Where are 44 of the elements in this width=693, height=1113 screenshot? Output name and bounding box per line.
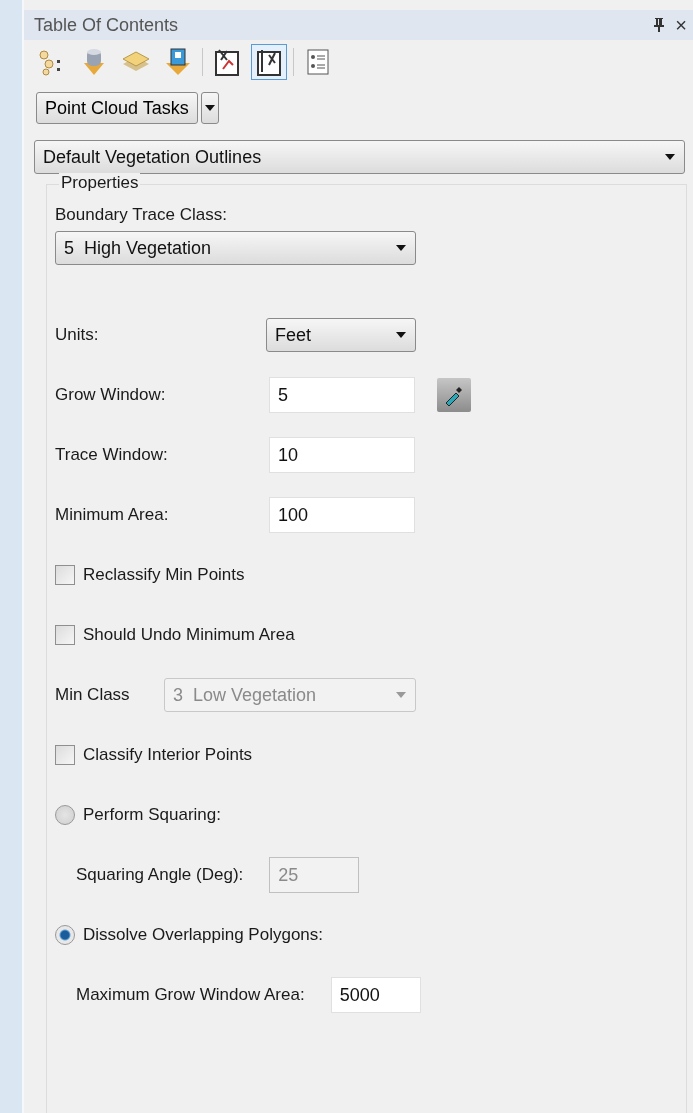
caret-icon bbox=[203, 104, 216, 112]
value-field[interactable]: 5 bbox=[269, 377, 415, 413]
checkbox[interactable] bbox=[55, 565, 75, 585]
dropdown-button[interactable] bbox=[200, 92, 219, 124]
map-layer-icon bbox=[164, 47, 192, 77]
field-label: Min Class bbox=[55, 685, 131, 705]
field-label: Boundary Trace Class: bbox=[55, 205, 228, 225]
caret-icon bbox=[664, 153, 676, 161]
value-field[interactable]: 10 bbox=[269, 437, 415, 473]
close-button[interactable]: × bbox=[675, 13, 687, 37]
list-icon bbox=[306, 48, 330, 76]
tools-document-icon bbox=[255, 47, 283, 77]
checkbox-label: Should Undo Minimum Area bbox=[83, 625, 295, 645]
edit-document-icon bbox=[213, 47, 241, 77]
checkbox-label: Reclassify Min Points bbox=[83, 565, 245, 585]
group-title: Properties bbox=[59, 173, 141, 193]
database-icon bbox=[81, 47, 107, 77]
field-label: Minimum Area: bbox=[55, 505, 170, 525]
toolbar-button[interactable] bbox=[251, 44, 287, 80]
units-dropdown[interactable]: Feet bbox=[266, 318, 416, 352]
field-label: Squaring Angle (Deg): bbox=[76, 865, 244, 885]
field-label: Units: bbox=[55, 325, 100, 345]
field-label: Grow Window: bbox=[55, 385, 167, 405]
caret-icon bbox=[395, 331, 407, 339]
panel-title: Table Of Contents bbox=[34, 14, 180, 36]
caret-icon bbox=[395, 244, 407, 252]
field-label: Maximum Grow Window Area: bbox=[76, 985, 305, 1005]
class-dropdown[interactable]: 5 High Vegetation bbox=[55, 231, 416, 265]
field-label: Trace Window: bbox=[55, 445, 169, 465]
checkbox[interactable] bbox=[55, 625, 75, 645]
radio-label: Dissolve Overlapping Polygons: bbox=[83, 925, 323, 945]
radio-label: Perform Squaring: bbox=[83, 805, 221, 825]
value-field[interactable]: 100 bbox=[269, 497, 415, 533]
eyedropper-icon bbox=[443, 384, 465, 406]
radio-button[interactable] bbox=[55, 805, 75, 825]
checkbox[interactable] bbox=[55, 745, 75, 765]
pin-icon[interactable] bbox=[653, 17, 666, 33]
checkbox-label: Classify Interior Points bbox=[83, 745, 253, 765]
preset-dropdown[interactable]: Default Vegetation Outlines bbox=[34, 140, 685, 174]
caret-icon bbox=[395, 691, 407, 699]
radio-button[interactable] bbox=[55, 925, 75, 945]
eyedropper-button[interactable] bbox=[437, 378, 471, 412]
value-field[interactable]: 5000 bbox=[330, 977, 421, 1013]
point-cloud-tasks-button[interactable]: Point Cloud Tasks bbox=[36, 92, 198, 124]
